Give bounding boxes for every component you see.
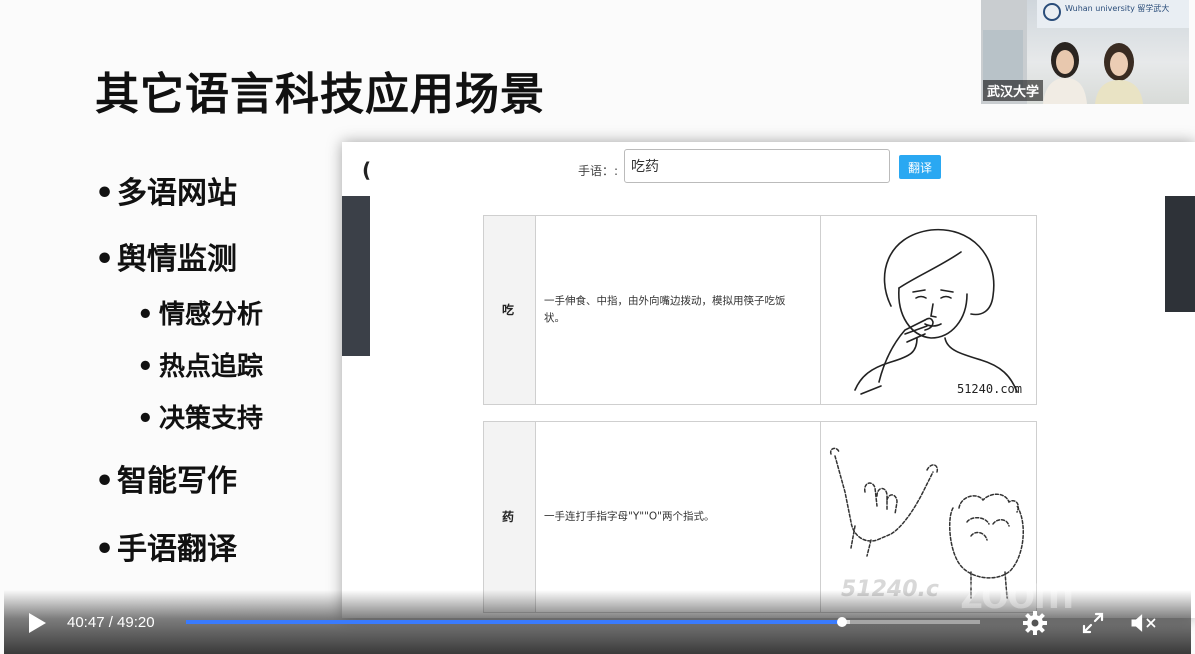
search-label: 手语：: — [578, 164, 619, 178]
left-sidebar-strip — [342, 196, 370, 356]
sub-bullet-item: • 情感分析 — [137, 300, 264, 330]
bullet-item: •舆情监测 — [95, 242, 237, 277]
bullet-text: 舆情监测 — [117, 242, 237, 277]
image-watermark: 51240.com — [956, 382, 1022, 396]
settings-gear-icon[interactable] — [1020, 608, 1050, 638]
webcam-name-tag: 武汉大学 — [983, 80, 1044, 101]
progress-knob[interactable] — [837, 617, 848, 627]
fullscreen-icon[interactable] — [1078, 608, 1108, 638]
word-cell: 吃 — [484, 216, 536, 404]
sign-result-row: 药 一手连打手指字母"Y""O"两个指式。 — [483, 421, 1037, 613]
presentation-slide: 其它语言科技应用场景 •多语网站 •舆情监测 • 情感分析 • 热点追踪 • 决策支持… — [0, 0, 1195, 654]
video-player-controls: zoom 40:47 / 49:20 — [4, 566, 1191, 654]
description-text: 一手伸食、中指，由外向嘴边拨动，模拟用筷子吃饭状。 — [544, 295, 786, 324]
bullet-text: 智能写作 — [117, 464, 237, 499]
bullet-text: 多语网站 — [117, 176, 237, 211]
sign-illustration-eat: 51240.com — [821, 216, 1036, 404]
play-icon[interactable] — [26, 612, 48, 634]
sign-search-input[interactable] — [624, 149, 890, 183]
progress-bar[interactable] — [186, 617, 980, 627]
time-display: 40:47 / 49:20 — [67, 614, 155, 631]
bullet-item: •多语网站 — [95, 176, 237, 211]
sign-language-app-screenshot: ( 手语：: 翻译 吃 一手伸食、中指，由外向嘴边拨动，模拟用筷子吃饭状。 — [342, 142, 1195, 618]
presenter-webcam: Wuhan university 留学武大 武汉大学 — [981, 0, 1189, 104]
truncated-text: ( — [362, 158, 372, 182]
bullet-text: 情感分析 — [159, 300, 264, 330]
word-cell: 药 — [484, 422, 536, 612]
sub-bullet-item: • 决策支持 — [137, 404, 264, 434]
woman-eating-sign-drawing — [854, 228, 1018, 395]
bullet-item: •手语翻译 — [95, 532, 237, 567]
translate-button[interactable]: 翻译 — [899, 155, 941, 179]
slide-title: 其它语言科技应用场景 — [95, 69, 545, 120]
sub-bullet-item: • 热点追踪 — [137, 352, 264, 382]
bullet-item: •智能写作 — [95, 464, 237, 499]
sign-result-row: 吃 一手伸食、中指，由外向嘴边拨动，模拟用筷子吃饭状。 51240.com — [483, 215, 1037, 405]
description-cell: 一手伸食、中指，由外向嘴边拨动，模拟用筷子吃饭状。 — [536, 216, 821, 404]
bullet-text: 手语翻译 — [117, 532, 237, 567]
description-cell: 一手连打手指字母"Y""O"两个指式。 — [536, 422, 821, 612]
word-text: 吃 — [502, 303, 515, 317]
bullet-text: 决策支持 — [159, 404, 264, 434]
word-text: 药 — [502, 510, 515, 524]
description-text: 一手连打手指字母"Y""O"两个指式。 — [544, 510, 715, 523]
volume-muted-icon[interactable] — [1128, 608, 1158, 638]
zoom-watermark: zoom — [960, 566, 1074, 618]
right-sidebar-strip — [1165, 196, 1195, 312]
progress-fill — [186, 620, 843, 624]
bullet-text: 热点追踪 — [159, 352, 264, 382]
